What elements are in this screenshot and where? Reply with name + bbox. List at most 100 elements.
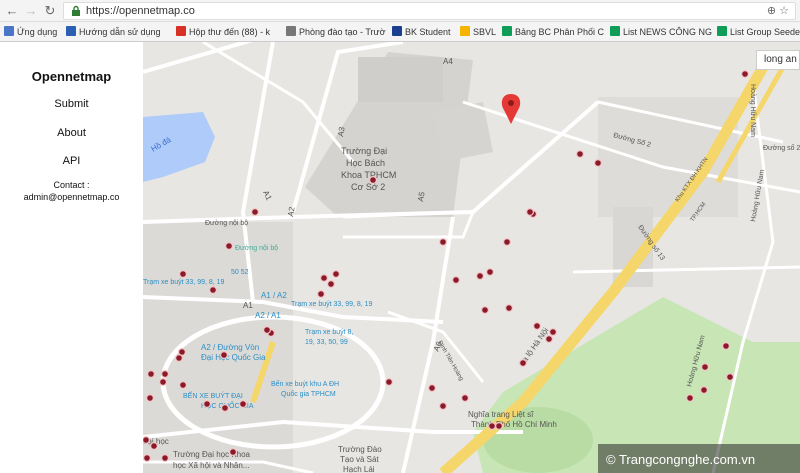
bookmark-item[interactable]: Phòng đào tạo - Trườ bbox=[286, 25, 385, 39]
map-label-a2a1: A2 / A1 bbox=[255, 311, 281, 320]
nav-api-link[interactable]: API bbox=[0, 155, 143, 167]
map-label-campus-line3: Khoa TPHCM bbox=[341, 170, 396, 180]
bookmark-item[interactable]: List Group Seeder bbox=[717, 25, 800, 39]
network-marker-icon[interactable] bbox=[495, 422, 504, 431]
network-marker-icon[interactable] bbox=[332, 270, 341, 279]
bookmark-item[interactable]: Hộp thư đến (88) - k bbox=[176, 25, 270, 39]
network-marker-icon[interactable] bbox=[143, 454, 151, 462]
bookmark-item[interactable]: Ứng dụng bbox=[4, 25, 57, 39]
reload-icon[interactable]: ↻ bbox=[42, 3, 58, 19]
map-label-a5052: 50 52 bbox=[231, 269, 249, 276]
map-label-road-hoanghuunam: Hoàng Hữu Nam bbox=[749, 84, 756, 137]
network-marker-icon[interactable] bbox=[262, 326, 271, 335]
network-marker-icon[interactable] bbox=[428, 384, 437, 393]
network-marker-icon[interactable] bbox=[149, 442, 159, 451]
network-marker-icon[interactable] bbox=[699, 386, 708, 395]
bookmark-label: List NEWS CÔNG NG bbox=[623, 27, 713, 37]
map-label-bus3-1: Bến xe buýt khu A ĐH bbox=[271, 379, 339, 388]
network-marker-icon[interactable] bbox=[725, 373, 734, 382]
network-marker-icon[interactable] bbox=[369, 176, 378, 185]
network-marker-icon[interactable] bbox=[320, 274, 329, 283]
building-block bbox=[433, 102, 493, 162]
network-marker-icon[interactable] bbox=[549, 328, 558, 337]
map-label-road-noibo2: Đường nội bộ bbox=[235, 245, 278, 252]
map-canvas[interactable]: Hồ đá Trường ĐạiHọc BáchKhoa TPHCMCơ Sở 2… bbox=[143, 42, 800, 473]
forward-icon[interactable]: → bbox=[23, 3, 39, 19]
network-marker-icon[interactable] bbox=[159, 378, 168, 387]
network-marker-icon[interactable] bbox=[503, 238, 512, 247]
network-marker-icon[interactable] bbox=[202, 400, 211, 409]
bookmark-label: Hướng dẫn sử dụng bbox=[79, 27, 161, 37]
network-marker-icon[interactable] bbox=[685, 394, 694, 403]
network-marker-icon[interactable] bbox=[700, 363, 709, 372]
network-marker-icon[interactable] bbox=[219, 351, 228, 360]
network-marker-icon[interactable] bbox=[317, 290, 326, 299]
bookmark-icon bbox=[610, 26, 620, 36]
bookmark-item[interactable]: List NEWS CÔNG NG bbox=[610, 25, 712, 39]
map-search-hint[interactable]: long an bbox=[756, 50, 800, 70]
network-marker-icon[interactable] bbox=[161, 454, 170, 463]
network-marker-icon[interactable] bbox=[439, 402, 448, 411]
network-marker-icon[interactable] bbox=[533, 322, 542, 331]
network-marker-icon[interactable] bbox=[220, 404, 229, 413]
network-marker-icon[interactable] bbox=[439, 238, 448, 247]
contact-email[interactable]: admin@opennetmap.co bbox=[0, 192, 143, 202]
map-label-khxh-2: học Xã hội và Nhân... bbox=[173, 461, 250, 470]
back-icon[interactable]: ← bbox=[4, 3, 20, 19]
network-marker-icon[interactable] bbox=[505, 304, 514, 313]
network-marker-icon[interactable] bbox=[740, 70, 749, 79]
bookmarks-bar: Ứng dụng Hướng dẫn sử dụng Hộp thư đến (88… bbox=[0, 22, 800, 42]
nav-about-link[interactable]: About bbox=[0, 127, 143, 139]
bookmark-icon bbox=[392, 26, 402, 36]
network-marker-icon[interactable] bbox=[178, 381, 187, 390]
network-marker-icon[interactable] bbox=[178, 270, 187, 279]
bookmark-icon bbox=[66, 26, 76, 36]
network-marker-icon[interactable] bbox=[481, 306, 490, 315]
network-marker-icon[interactable] bbox=[461, 394, 470, 403]
network-marker-icon[interactable] bbox=[146, 370, 156, 379]
bookmark-label: List Group Seeder bbox=[730, 27, 800, 37]
network-marker-icon[interactable] bbox=[161, 370, 170, 379]
network-marker-icon[interactable] bbox=[545, 335, 554, 344]
network-marker-icon[interactable] bbox=[526, 208, 535, 217]
contact-label: Contact : bbox=[53, 180, 90, 190]
bookmark-item[interactable]: SBVL bbox=[460, 25, 496, 39]
network-marker-icon[interactable] bbox=[476, 272, 485, 281]
nav-submit-link[interactable]: Submit bbox=[0, 98, 143, 110]
network-marker-icon[interactable] bbox=[143, 436, 150, 444]
bookmark-label: SBVL bbox=[473, 27, 497, 37]
star-icon[interactable]: ⊕ ☆ bbox=[767, 4, 789, 17]
brand-title[interactable]: Opennetmap bbox=[0, 69, 143, 84]
network-marker-icon[interactable] bbox=[208, 286, 217, 295]
map-view[interactable]: Hồ đá Trường Đại Học Bách Khoa TPHCM Cơ Sở 2… bbox=[143, 42, 800, 473]
network-marker-icon[interactable] bbox=[721, 342, 730, 351]
map-label-campus-line1: Trường Đại bbox=[341, 146, 387, 156]
network-marker-icon[interactable] bbox=[228, 448, 237, 457]
lock-icon bbox=[72, 5, 80, 16]
map-label-cemetery-1: Nghĩa trang Liệt sĩ bbox=[468, 410, 534, 419]
network-marker-icon[interactable] bbox=[145, 394, 155, 403]
network-marker-icon[interactable] bbox=[594, 158, 603, 167]
bookmark-icon bbox=[460, 26, 470, 36]
network-marker-icon[interactable] bbox=[486, 268, 495, 277]
network-marker-icon[interactable] bbox=[385, 378, 394, 387]
network-marker-icon[interactable] bbox=[174, 354, 183, 363]
map-label-htlh-2: Tạo và Sát bbox=[340, 455, 379, 464]
building-block bbox=[358, 57, 443, 102]
network-marker-icon[interactable] bbox=[576, 149, 585, 158]
network-marker-icon[interactable] bbox=[250, 208, 259, 217]
bookmark-item[interactable]: Hướng dẫn sử dụng bbox=[66, 25, 161, 39]
network-marker-icon[interactable] bbox=[224, 242, 233, 251]
bookmark-item[interactable]: Bảng BC Phân Phối C bbox=[502, 25, 604, 39]
bookmark-item[interactable]: BK Student bbox=[392, 25, 451, 39]
network-marker-icon[interactable] bbox=[238, 400, 247, 409]
bookmark-label: Phòng đào tạo - Trườ bbox=[299, 27, 386, 37]
network-marker-icon[interactable] bbox=[488, 422, 497, 431]
map-label-road-noibo: Đường nội bộ bbox=[205, 220, 248, 227]
network-marker-icon[interactable] bbox=[519, 359, 528, 368]
map-label-road-so2b: Đường số 2 bbox=[763, 143, 800, 152]
bookmark-label: Bảng BC Phân Phối C bbox=[515, 27, 605, 37]
url-input[interactable]: https://opennetmap.co ⊕ ☆ bbox=[63, 2, 796, 20]
network-marker-icon[interactable] bbox=[452, 276, 461, 285]
network-marker-icon[interactable] bbox=[327, 280, 336, 289]
